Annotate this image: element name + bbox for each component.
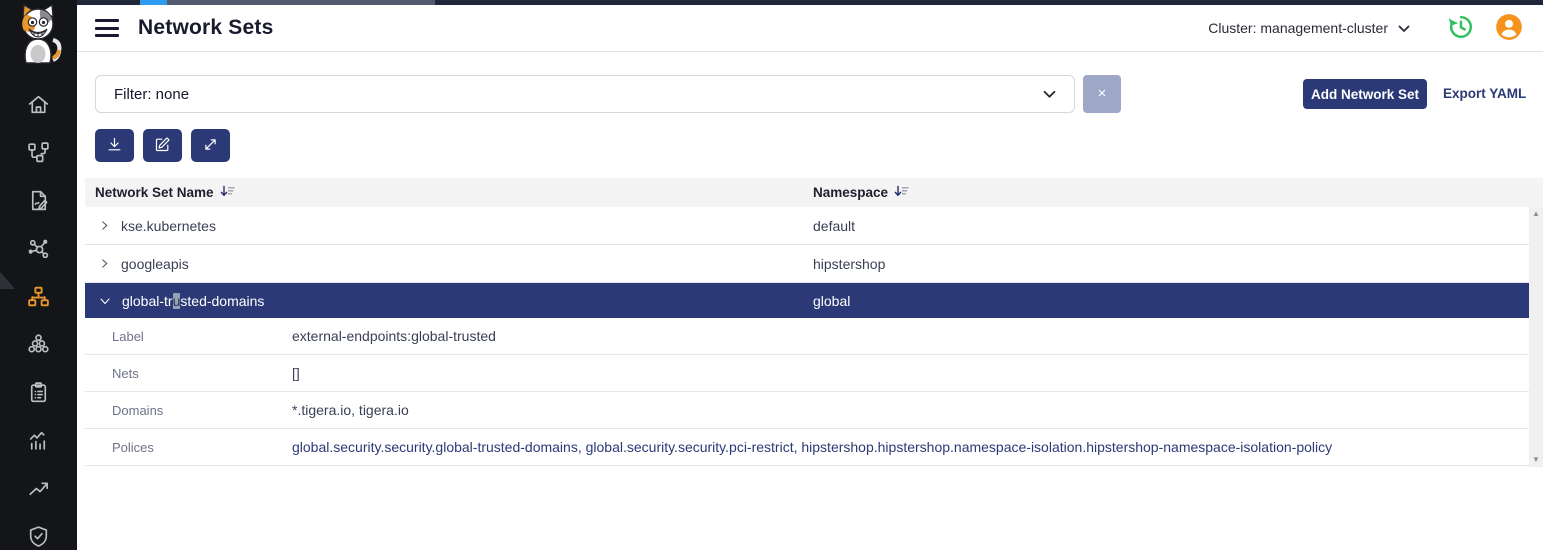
chevron-down-icon [1398, 20, 1410, 36]
column-label: Network Set Name [95, 185, 214, 200]
sidebar-nav [0, 83, 77, 550]
table-action-buttons [95, 129, 230, 162]
table-row-kse-kubernetes[interactable]: kse.kubernetes default [85, 207, 1529, 245]
filter-dropdown[interactable]: Filter: none [95, 75, 1075, 113]
home-icon [26, 92, 51, 122]
detail-row-polices: Polices global.security.security.global-… [85, 429, 1529, 466]
detail-key: Nets [112, 366, 139, 381]
header-right-group: Cluster: management-cluster [1208, 13, 1543, 44]
filter-dropdown-value: Filter: none [114, 86, 189, 103]
user-avatar-button[interactable] [1495, 13, 1523, 44]
chevron-right-icon[interactable] [99, 258, 110, 269]
table-body: kse.kubernetes default googleapis hipste… [85, 207, 1529, 466]
expand-arrows-icon [202, 136, 219, 156]
sidebar-notch-decoration [0, 272, 15, 289]
export-yaml-link[interactable]: Export YAML [1443, 79, 1526, 109]
history-button[interactable] [1447, 13, 1475, 44]
add-network-set-button[interactable]: Add Network Set [1303, 79, 1427, 109]
history-icon [1447, 13, 1475, 44]
sort-icon [220, 185, 235, 201]
policy-document-icon [26, 188, 51, 218]
detail-key: Label [112, 329, 144, 344]
detail-row-domains: Domains *.tigera.io, tigera.io [85, 392, 1529, 429]
clear-filter-button[interactable]: × [1083, 75, 1121, 113]
molecule-graph-icon [26, 236, 51, 266]
sidebar-item-timeline[interactable] [0, 467, 77, 515]
table-row-global-trusted-domains[interactable]: global-trusted-domains global [85, 283, 1529, 318]
detail-row-nets: Nets [] [85, 355, 1529, 392]
column-label: Namespace [813, 185, 888, 200]
app-header: Network Sets Cluster: management-cluster [77, 5, 1543, 52]
table-scrollbar[interactable]: ▲ ▼ [1529, 207, 1543, 467]
network-set-name: kse.kubernetes [121, 218, 216, 234]
detail-value: external-endpoints:global-trusted [292, 328, 496, 344]
detail-value: *.tigera.io, tigera.io [292, 402, 409, 418]
download-button[interactable] [95, 129, 134, 162]
network-set-name: global-trusted-domains [122, 293, 264, 309]
endpoint-cluster-icon [26, 332, 51, 362]
scroll-down-arrow[interactable]: ▼ [1529, 453, 1543, 467]
sort-icon [894, 185, 909, 201]
network-set-name: googleapis [121, 256, 189, 272]
table-header: Network Set Name Namespace [85, 178, 1543, 207]
detail-value: [] [292, 365, 300, 381]
namespace-value: global [813, 293, 850, 309]
sidebar-item-service-graph[interactable] [0, 131, 77, 179]
trend-up-icon [26, 476, 51, 506]
sidebar [0, 0, 77, 550]
detail-key: Domains [112, 403, 163, 418]
sidebar-item-home[interactable] [0, 83, 77, 131]
hamburger-menu-icon[interactable] [95, 19, 119, 37]
cluster-selector[interactable]: Cluster: management-cluster [1208, 20, 1410, 36]
scroll-up-arrow[interactable]: ▲ [1529, 207, 1543, 221]
detail-key: Polices [112, 440, 154, 455]
clipboard-icon [26, 380, 51, 410]
sidebar-item-compliance-reports[interactable] [0, 371, 77, 419]
chevron-right-icon[interactable] [99, 220, 110, 231]
user-avatar-icon [1495, 13, 1523, 44]
sidebar-item-threat-defense[interactable] [0, 515, 77, 550]
cluster-selector-label: Cluster: management-cluster [1208, 20, 1388, 36]
edit-pencil-icon [154, 136, 171, 156]
sidebar-item-endpoints[interactable] [0, 323, 77, 371]
sidebar-item-flow-visualizations[interactable] [0, 227, 77, 275]
table-row-googleapis[interactable]: googleapis hipstershop [85, 245, 1529, 283]
column-header-network-set-name[interactable]: Network Set Name [95, 185, 235, 201]
detail-row-label: Label external-endpoints:global-trusted [85, 318, 1529, 355]
shield-check-icon [26, 524, 51, 550]
download-icon [106, 136, 123, 156]
calico-cat-logo[interactable] [9, 2, 67, 64]
page-title: Network Sets [138, 16, 273, 40]
namespace-value: hipstershop [813, 256, 885, 272]
network-sets-icon [26, 284, 51, 314]
edit-button[interactable] [143, 129, 182, 162]
detail-value-policy-links[interactable]: global.security.security.global-trusted-… [292, 439, 1332, 455]
namespace-value: default [813, 218, 855, 234]
expand-button[interactable] [191, 129, 230, 162]
sidebar-item-policies[interactable] [0, 179, 77, 227]
chart-bars-icon [26, 428, 51, 458]
chevron-down-icon [1043, 86, 1056, 103]
service-graph-icon [26, 140, 51, 170]
column-header-namespace[interactable]: Namespace [813, 185, 909, 201]
chevron-down-icon[interactable] [99, 295, 111, 307]
sidebar-item-dashboard[interactable] [0, 419, 77, 467]
